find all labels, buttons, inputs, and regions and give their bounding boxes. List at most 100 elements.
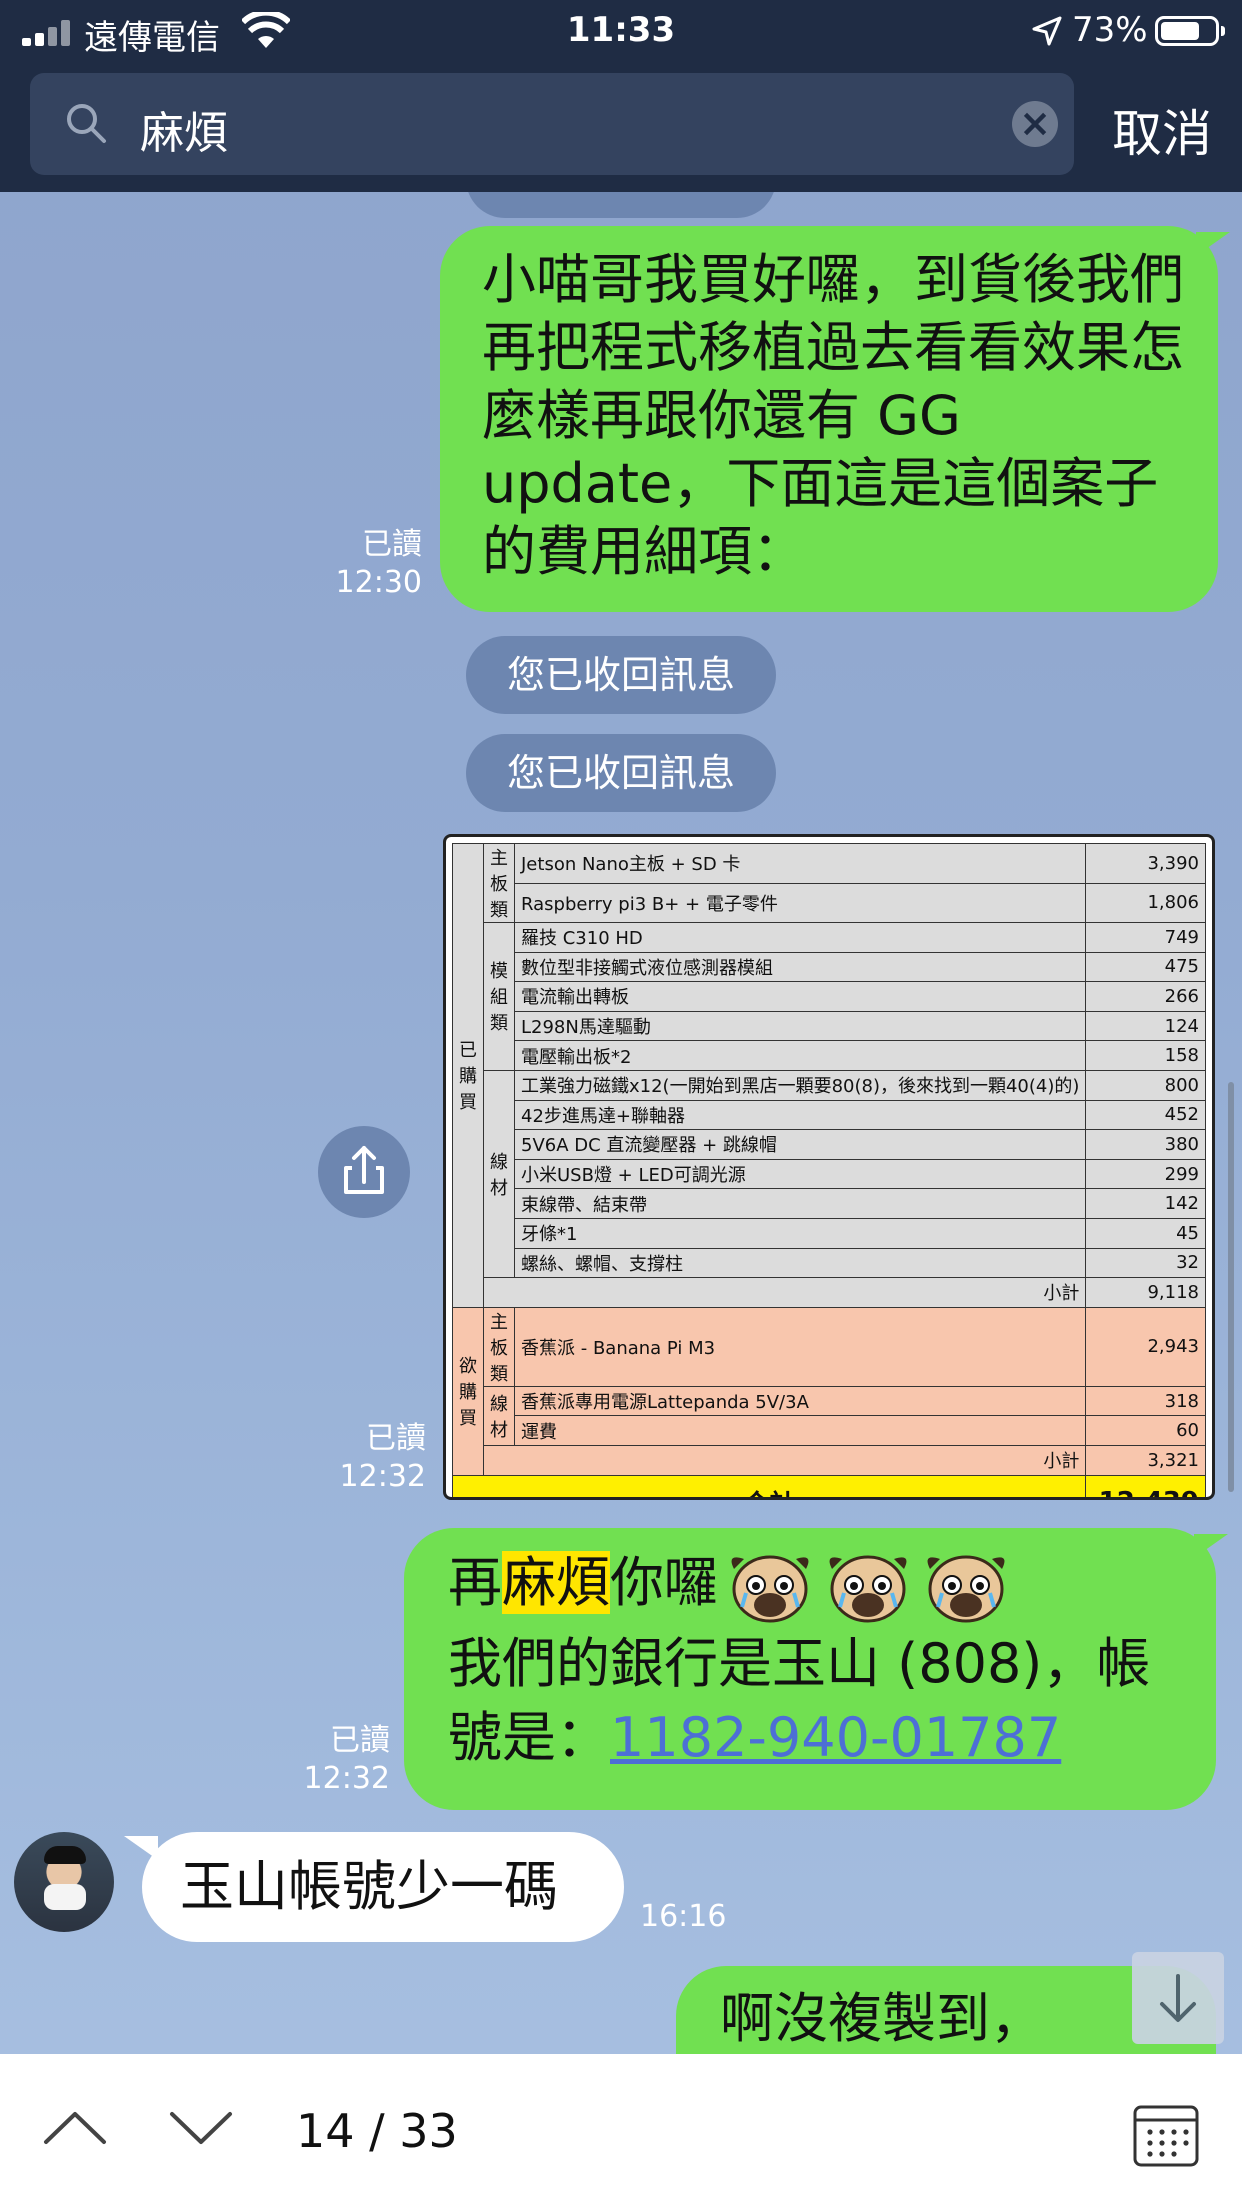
total-amount: 12,439 bbox=[1085, 1474, 1206, 1497]
message-time: 12:32 bbox=[339, 1459, 426, 1494]
table-row: 電壓輸出板*2 158 bbox=[453, 1040, 1206, 1071]
item-name: 數位型非接觸式液位感測器模組 bbox=[513, 951, 1087, 983]
received-message-bubble[interactable]: 玉山帳號少一碼 bbox=[142, 1832, 624, 1942]
item-name: 羅技 C310 HD bbox=[513, 922, 1087, 953]
message-time: 16:16 bbox=[640, 1899, 727, 1934]
table-row: 5V6A DC 直流變壓器 + 跳線帽 380 bbox=[453, 1129, 1206, 1160]
item-amount: 1,806 bbox=[1085, 882, 1206, 923]
item-name: 螺絲、螺帽、支撐柱 bbox=[513, 1247, 1087, 1279]
status-bar: 遠傳電信 11:33 73% bbox=[0, 0, 1242, 64]
previous-result-chevron-up-icon[interactable] bbox=[40, 2098, 110, 2158]
item-amount: 124 bbox=[1085, 1010, 1206, 1042]
section-label-to-buy: 欲購買 bbox=[452, 1306, 484, 1476]
table-row: 數位型非接觸式液位感測器模組 475 bbox=[453, 951, 1206, 983]
message-text: 小喵哥我買好囉，到貨後我們再把程式移植過去看看效果怎麼樣再跟你還有 GG upd… bbox=[482, 248, 1184, 583]
battery-percent: 73% bbox=[1072, 10, 1148, 50]
table-row: 螺絲、螺帽、支撐柱 32 bbox=[453, 1247, 1206, 1279]
chat-area[interactable]: 已讀 12:30 小喵哥我買好囉，到貨後我們再把程式移植過去看看效果怎麼樣再跟你… bbox=[0, 192, 1242, 2054]
search-input[interactable]: 麻煩 bbox=[140, 97, 228, 161]
item-name: 香蕉派專用電源Lattepanda 5V/3A bbox=[513, 1385, 1087, 1417]
category-label: 模組類 bbox=[483, 922, 515, 1071]
read-receipt: 已讀 bbox=[362, 527, 422, 562]
item-amount: 452 bbox=[1085, 1099, 1206, 1131]
subtotal-row: 小計 3,321 bbox=[453, 1444, 1206, 1476]
recalled-message: 您已收回訊息 bbox=[466, 734, 776, 812]
next-result-chevron-down-icon[interactable] bbox=[166, 2098, 236, 2158]
item-name: L298N馬達驅動 bbox=[513, 1010, 1087, 1042]
arrow-down-icon bbox=[1160, 1974, 1196, 2022]
item-name: Jetson Nano主板 + SD 卡 bbox=[513, 843, 1087, 884]
message-text: 玉山帳號少一碼 bbox=[180, 1855, 558, 1918]
table-row: 牙條*1 45 bbox=[453, 1217, 1206, 1249]
msg2-meta: 已讀 12:32 bbox=[266, 1722, 390, 1798]
table-row: 42步進馬達+聯軸器 452 bbox=[453, 1099, 1206, 1131]
clear-search-icon[interactable]: × bbox=[1012, 101, 1058, 147]
item-amount: 3,390 bbox=[1085, 843, 1206, 884]
item-amount: 266 bbox=[1085, 981, 1206, 1012]
sent-message-bubble[interactable]: 小喵哥我買好囉，到貨後我們再把程式移植過去看看效果怎麼樣再跟你還有 GG upd… bbox=[440, 226, 1218, 612]
item-name: 香蕉派 - Banana Pi M3 bbox=[513, 1306, 1087, 1387]
expense-table-image[interactable]: 已購買 主板類 Jetson Nano主板 + SD 卡 3,390 Raspberry… bbox=[443, 834, 1215, 1500]
item-name: 束線帶、結束帶 bbox=[513, 1188, 1087, 1219]
bubble-tail bbox=[1194, 1534, 1228, 1558]
sent-message-bubble[interactable]: 再麻煩你囉 我們的銀行是玉山 (808)，帳號是：1182-940-01787 bbox=[404, 1528, 1216, 1810]
message-text: 再 bbox=[448, 1551, 502, 1614]
search-icon bbox=[67, 104, 106, 143]
item-amount: 800 bbox=[1085, 1069, 1206, 1101]
expense-table: 已購買 主板類 Jetson Nano主板 + SD 卡 3,390 Raspberry… bbox=[451, 843, 1206, 1497]
item-amount: 299 bbox=[1085, 1158, 1206, 1190]
message-text: 你囉 bbox=[610, 1551, 718, 1614]
table-row: 已購買 主板類 Jetson Nano主板 + SD 卡 3,390 bbox=[452, 843, 1206, 1308]
pug-crying-emoji-icon bbox=[920, 1547, 1012, 1627]
table-row: 線材 香蕉派專用電源Lattepanda 5V/3A 318 bbox=[453, 1385, 1206, 1446]
cancel-button[interactable]: 取消 bbox=[1112, 94, 1212, 166]
table-row: 電流輸出轉板 266 bbox=[453, 981, 1206, 1012]
table-row: 小米USB燈 + LED可調光源 299 bbox=[453, 1158, 1206, 1190]
bubble-tail bbox=[1196, 232, 1230, 256]
search-bar[interactable]: 麻煩 × bbox=[30, 73, 1074, 175]
item-name: 運費 bbox=[513, 1415, 1087, 1446]
item-name: 電流輸出轉板 bbox=[513, 981, 1087, 1012]
message-time: 12:32 bbox=[303, 1761, 390, 1796]
table-row: Raspberry pi3 B+ + 電子零件 1,806 bbox=[453, 882, 1206, 923]
item-amount: 475 bbox=[1085, 951, 1206, 983]
read-receipt: 已讀 bbox=[366, 1421, 426, 1456]
scrollbar[interactable] bbox=[1228, 1082, 1234, 1492]
table-row: 束線帶、結束帶 142 bbox=[453, 1188, 1206, 1219]
category-label: 線材 bbox=[483, 1069, 515, 1279]
item-name: 工業強力磁鐵x12(一開始到黑店一顆要80(8)，後來找到一顆40(4)的) bbox=[513, 1069, 1087, 1101]
calendar-icon[interactable] bbox=[1132, 2102, 1200, 2168]
pug-crying-emoji-icon bbox=[822, 1547, 914, 1627]
message-line-1: 再麻煩你囉 bbox=[448, 1546, 1196, 1627]
subtotal-row: 小計 9,118 bbox=[453, 1277, 1206, 1308]
total-row: 合計12,439 bbox=[451, 1474, 1206, 1497]
subtotal-amount: 3,321 bbox=[1085, 1444, 1206, 1476]
item-amount: 749 bbox=[1085, 922, 1206, 953]
msg1-meta: 已讀 12:30 bbox=[300, 526, 422, 602]
message-time: 12:30 bbox=[335, 565, 422, 600]
item-amount: 2,943 bbox=[1085, 1306, 1206, 1387]
top-bar: 遠傳電信 11:33 73% 麻煩 × 取消 bbox=[0, 0, 1242, 192]
scroll-to-bottom-button[interactable] bbox=[1132, 1952, 1224, 2044]
contact-avatar[interactable] bbox=[14, 1832, 114, 1932]
pug-crying-emoji-icon bbox=[724, 1547, 816, 1627]
subtotal-amount: 9,118 bbox=[1085, 1277, 1206, 1308]
category-label: 主板類 bbox=[483, 1306, 515, 1387]
share-button[interactable] bbox=[318, 1126, 410, 1218]
account-number-link[interactable]: 1182-940-01787 bbox=[610, 1706, 1061, 1769]
item-amount: 158 bbox=[1085, 1040, 1206, 1071]
item-name: Raspberry pi3 B+ + 電子零件 bbox=[513, 882, 1087, 923]
search-navigation-bar: 14 / 33 bbox=[0, 2054, 1242, 2208]
message-text: 啊沒複製到， bbox=[720, 1987, 1044, 2050]
section-label-purchased: 已購買 bbox=[452, 843, 484, 1308]
share-icon bbox=[344, 1146, 384, 1194]
item-amount: 32 bbox=[1085, 1247, 1206, 1279]
battery-icon bbox=[1155, 16, 1225, 46]
read-receipt: 已讀 bbox=[330, 1723, 390, 1758]
recalled-message: 您已收回訊息 bbox=[466, 636, 776, 714]
item-amount: 45 bbox=[1085, 1217, 1206, 1249]
category-label: 主板類 bbox=[483, 843, 515, 923]
item-name: 5V6A DC 直流變壓器 + 跳線帽 bbox=[513, 1129, 1087, 1160]
item-amount: 60 bbox=[1085, 1415, 1206, 1446]
table-row: 運費 60 bbox=[453, 1415, 1206, 1446]
